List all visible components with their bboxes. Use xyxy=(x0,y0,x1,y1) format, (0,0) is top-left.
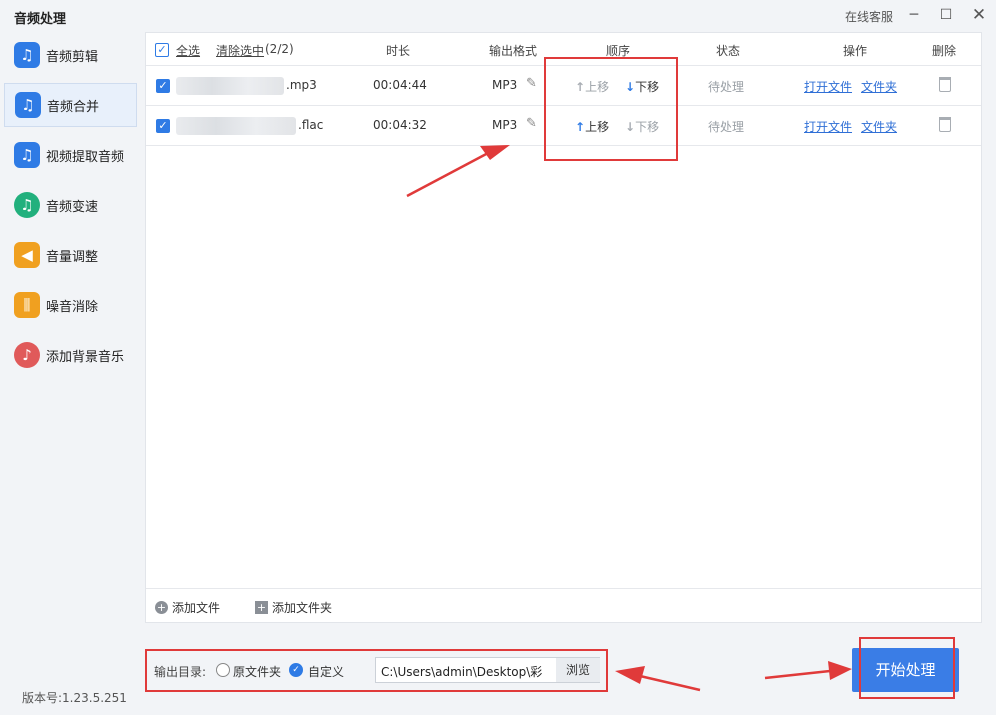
annotation-arrowhead-3 xyxy=(828,661,852,680)
annotation-arrowhead-2 xyxy=(615,666,645,684)
annotation-arrow-1 xyxy=(406,150,491,198)
annotation-arrowhead-1 xyxy=(480,145,510,160)
annotation-arrows xyxy=(406,145,852,692)
annotation-arrow-2 xyxy=(639,674,701,692)
annotation-arrow-3 xyxy=(764,669,831,680)
